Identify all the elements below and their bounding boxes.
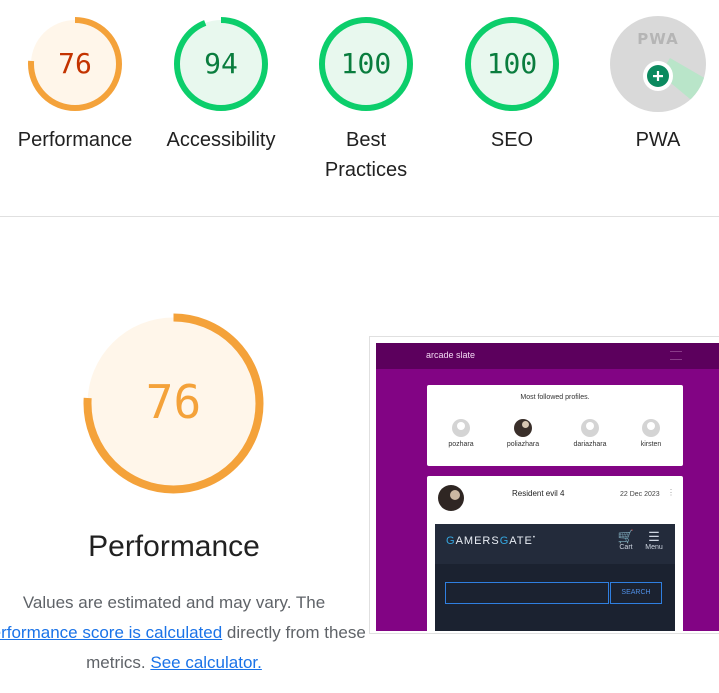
pwa-badge-text: PWA xyxy=(637,30,679,48)
screenshot-brand: arcade slate xyxy=(426,350,476,360)
gg-search-button: SEARCH xyxy=(610,582,662,604)
gauge-seo[interactable]: 100 xyxy=(462,14,562,114)
profile-name: dariazhara xyxy=(573,441,607,448)
performance-title: Performance xyxy=(88,530,260,563)
gg-search-input xyxy=(445,582,609,604)
post-title: Resident evil 4 xyxy=(512,489,565,498)
gauge-score: 76 xyxy=(58,47,92,80)
profile-item: dariazhara xyxy=(565,419,615,448)
gauge-score: 100 xyxy=(486,47,538,80)
avatar xyxy=(642,419,660,437)
gg-logo: GAMERSGATE• xyxy=(446,535,536,547)
desc-line3: metrics. xyxy=(86,653,151,672)
gauge-best-practices[interactable]: 100 xyxy=(316,14,416,114)
gauge-accessibility[interactable]: 94 xyxy=(171,14,271,114)
gauge-score: 100 xyxy=(340,47,392,80)
post-card: Resident evil 4 22 Dec 2023 ⋮ GAMERSGATE… xyxy=(427,476,683,631)
screenshot-navbar: arcade slate xyxy=(376,343,719,369)
avatar xyxy=(514,419,532,437)
profile-name: kirsten xyxy=(640,441,662,448)
desc-mid: directly from these xyxy=(222,623,366,642)
final-screenshot: arcade slate Most followed profiles. poz… xyxy=(369,336,719,634)
gauge-score: 94 xyxy=(204,47,238,80)
profiles-card: Most followed profiles. pozhara poliazha… xyxy=(427,385,683,466)
gauge-label-performance: Performance xyxy=(17,129,133,151)
avatar xyxy=(438,485,464,511)
gg-header: GAMERSGATE• 🛒 Cart ☰ Menu xyxy=(435,524,675,564)
cart-icon: 🛒 Cart xyxy=(617,529,635,552)
post-date: 22 Dec 2023 xyxy=(620,491,660,498)
avatar xyxy=(452,419,470,437)
post-image: GAMERSGATE• 🛒 Cart ☰ Menu SEARCH xyxy=(435,524,675,631)
see-calculator-link[interactable]: See calculator. xyxy=(150,653,262,672)
more-icon: ⋮ xyxy=(667,488,675,497)
performance-description: Values are estimated and may vary. The p… xyxy=(0,588,368,678)
gauge-label-pwa: PWA xyxy=(635,129,681,151)
score-calculated-link[interactable]: performance score is calculated xyxy=(0,623,222,642)
gauge-label-accessibility: Accessibility xyxy=(166,129,276,151)
profile-item: poliazhara xyxy=(498,419,548,448)
pwa-badge-icon xyxy=(610,16,706,112)
hamburger-icon xyxy=(670,351,682,360)
gauge-pwa[interactable]: PWA xyxy=(608,14,708,114)
menu-icon: ☰ Menu xyxy=(645,529,663,552)
performance-gauge: 76 xyxy=(83,313,264,494)
profile-item: kirsten xyxy=(626,419,676,448)
avatar xyxy=(581,419,599,437)
gauge-label-seo: SEO xyxy=(490,129,534,151)
profile-name: poliazhara xyxy=(506,441,540,448)
performance-score: 76 xyxy=(145,375,202,429)
gauge-label-best-practices: Best Practices xyxy=(324,129,408,181)
desc-line1: Values are estimated and may vary. The xyxy=(22,593,326,612)
profiles-title: Most followed profiles. xyxy=(520,394,590,401)
profile-name: pozhara xyxy=(448,441,474,448)
profile-item: pozhara xyxy=(436,419,486,448)
section-divider xyxy=(0,216,719,217)
gauge-performance[interactable]: 76 xyxy=(25,14,125,114)
screenshot-page: arcade slate Most followed profiles. poz… xyxy=(376,343,719,631)
